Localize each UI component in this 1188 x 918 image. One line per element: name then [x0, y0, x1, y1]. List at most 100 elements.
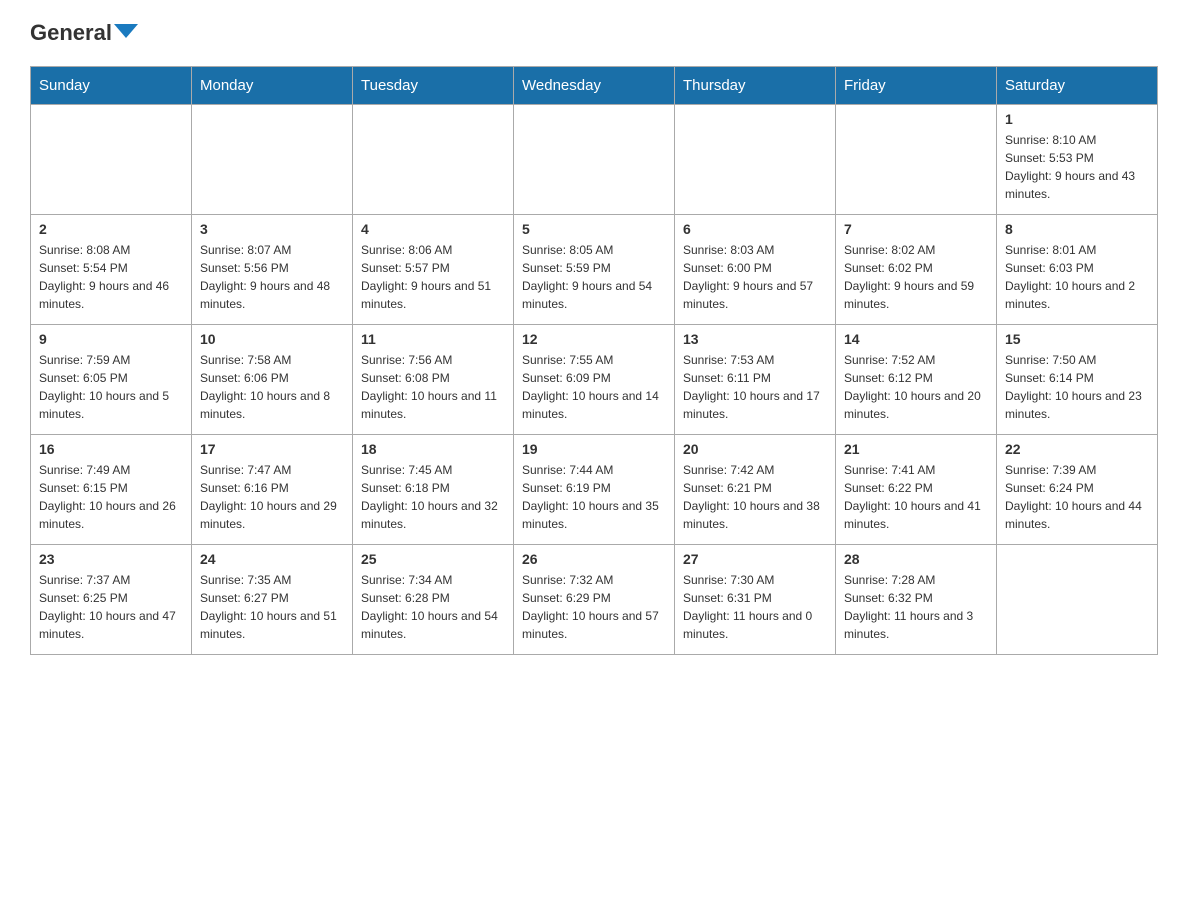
day-info: Sunrise: 7:42 AM Sunset: 6:21 PM Dayligh…	[683, 461, 827, 533]
day-info: Sunrise: 7:53 AM Sunset: 6:11 PM Dayligh…	[683, 351, 827, 423]
calendar-cell: 1Sunrise: 8:10 AM Sunset: 5:53 PM Daylig…	[997, 105, 1158, 215]
calendar-cell: 23Sunrise: 7:37 AM Sunset: 6:25 PM Dayli…	[31, 545, 192, 655]
calendar-header-sunday: Sunday	[31, 67, 192, 105]
calendar-cell: 14Sunrise: 7:52 AM Sunset: 6:12 PM Dayli…	[836, 325, 997, 435]
calendar-cell: 4 Sunrise: 8:06 AM Sunset: 5:57 PM Daylig…	[353, 215, 514, 325]
calendar-cell: 22 Sunrise: 7:39 AM Sunset: 6:24 PM Dayli…	[997, 435, 1158, 545]
calendar-week-4: 16 Sunrise: 7:49 AM Sunset: 6:15 PM Dayli…	[31, 435, 1158, 545]
calendar-week-1: 1Sunrise: 8:10 AM Sunset: 5:53 PM Daylig…	[31, 105, 1158, 215]
calendar-header-monday: Monday	[192, 67, 353, 105]
calendar-header-tuesday: Tuesday	[353, 67, 514, 105]
day-info: Sunrise: 8:07 AM Sunset: 5:56 PM Dayligh…	[200, 241, 344, 313]
calendar-cell: 25Sunrise: 7:34 AM Sunset: 6:28 PM Dayli…	[353, 545, 514, 655]
calendar-cell: 27 Sunrise: 7:30 AM Sunset: 6:31 PM Dayli…	[675, 545, 836, 655]
calendar-cell: 11 Sunrise: 7:56 AM Sunset: 6:08 PM Dayli…	[353, 325, 514, 435]
day-info: Sunrise: 8:08 AM Sunset: 5:54 PM Dayligh…	[39, 241, 183, 313]
day-info: Sunrise: 7:44 AM Sunset: 6:19 PM Dayligh…	[522, 461, 666, 533]
calendar-week-2: 2Sunrise: 8:08 AM Sunset: 5:54 PM Daylig…	[31, 215, 1158, 325]
calendar-cell	[353, 105, 514, 215]
day-number: 7	[844, 221, 988, 237]
day-info: Sunrise: 8:05 AM Sunset: 5:59 PM Dayligh…	[522, 241, 666, 313]
day-info: Sunrise: 7:50 AM Sunset: 6:14 PM Dayligh…	[1005, 351, 1149, 423]
day-number: 28	[844, 551, 988, 567]
day-info: Sunrise: 7:32 AM Sunset: 6:29 PM Dayligh…	[522, 571, 666, 643]
calendar-header-friday: Friday	[836, 67, 997, 105]
day-number: 11	[361, 331, 505, 347]
day-number: 15	[1005, 331, 1149, 347]
day-number: 3	[200, 221, 344, 237]
day-info: Sunrise: 8:01 AM Sunset: 6:03 PM Dayligh…	[1005, 241, 1149, 313]
calendar-cell: 5 Sunrise: 8:05 AM Sunset: 5:59 PM Daylig…	[514, 215, 675, 325]
logo-general: General	[30, 20, 112, 46]
day-number: 16	[39, 441, 183, 457]
day-info: Sunrise: 7:41 AM Sunset: 6:22 PM Dayligh…	[844, 461, 988, 533]
calendar-cell	[31, 105, 192, 215]
calendar-cell	[997, 545, 1158, 655]
day-number: 26	[522, 551, 666, 567]
day-number: 1	[1005, 111, 1149, 127]
calendar-cell: 18 Sunrise: 7:45 AM Sunset: 6:18 PM Dayli…	[353, 435, 514, 545]
page-header: General	[30, 20, 1158, 46]
day-number: 22	[1005, 441, 1149, 457]
calendar-cell: 9 Sunrise: 7:59 AM Sunset: 6:05 PM Daylig…	[31, 325, 192, 435]
logo-arrow-icon	[114, 24, 138, 38]
day-info: Sunrise: 7:30 AM Sunset: 6:31 PM Dayligh…	[683, 571, 827, 643]
calendar-cell	[514, 105, 675, 215]
logo: General	[30, 20, 138, 46]
calendar-cell: 7 Sunrise: 8:02 AM Sunset: 6:02 PM Daylig…	[836, 215, 997, 325]
day-number: 21	[844, 441, 988, 457]
calendar-cell: 17 Sunrise: 7:47 AM Sunset: 6:16 PM Dayli…	[192, 435, 353, 545]
day-number: 12	[522, 331, 666, 347]
day-number: 5	[522, 221, 666, 237]
day-number: 6	[683, 221, 827, 237]
calendar-cell: 24 Sunrise: 7:35 AM Sunset: 6:27 PM Dayli…	[192, 545, 353, 655]
calendar-cell: 16 Sunrise: 7:49 AM Sunset: 6:15 PM Dayli…	[31, 435, 192, 545]
day-info: Sunrise: 8:02 AM Sunset: 6:02 PM Dayligh…	[844, 241, 988, 313]
day-info: Sunrise: 7:47 AM Sunset: 6:16 PM Dayligh…	[200, 461, 344, 533]
calendar-header-row: SundayMondayTuesdayWednesdayThursdayFrid…	[31, 67, 1158, 105]
day-number: 10	[200, 331, 344, 347]
day-number: 13	[683, 331, 827, 347]
day-info: Sunrise: 8:03 AM Sunset: 6:00 PM Dayligh…	[683, 241, 827, 313]
day-number: 4	[361, 221, 505, 237]
calendar-cell	[192, 105, 353, 215]
calendar-cell: 21 Sunrise: 7:41 AM Sunset: 6:22 PM Dayli…	[836, 435, 997, 545]
calendar-header-wednesday: Wednesday	[514, 67, 675, 105]
day-info: Sunrise: 7:28 AM Sunset: 6:32 PM Dayligh…	[844, 571, 988, 643]
day-number: 18	[361, 441, 505, 457]
day-info: Sunrise: 7:56 AM Sunset: 6:08 PM Dayligh…	[361, 351, 505, 423]
calendar-table: SundayMondayTuesdayWednesdayThursdayFrid…	[30, 66, 1158, 655]
day-number: 24	[200, 551, 344, 567]
calendar-cell: 2Sunrise: 8:08 AM Sunset: 5:54 PM Daylig…	[31, 215, 192, 325]
calendar-cell: 13 Sunrise: 7:53 AM Sunset: 6:11 PM Dayli…	[675, 325, 836, 435]
calendar-cell: 19 Sunrise: 7:44 AM Sunset: 6:19 PM Dayli…	[514, 435, 675, 545]
day-number: 27	[683, 551, 827, 567]
calendar-cell: 26 Sunrise: 7:32 AM Sunset: 6:29 PM Dayli…	[514, 545, 675, 655]
day-info: Sunrise: 7:55 AM Sunset: 6:09 PM Dayligh…	[522, 351, 666, 423]
day-info: Sunrise: 8:06 AM Sunset: 5:57 PM Dayligh…	[361, 241, 505, 313]
day-info: Sunrise: 7:34 AM Sunset: 6:28 PM Dayligh…	[361, 571, 505, 643]
day-number: 23	[39, 551, 183, 567]
calendar-cell: 8 Sunrise: 8:01 AM Sunset: 6:03 PM Daylig…	[997, 215, 1158, 325]
day-info: Sunrise: 7:58 AM Sunset: 6:06 PM Dayligh…	[200, 351, 344, 423]
calendar-cell: 12 Sunrise: 7:55 AM Sunset: 6:09 PM Dayli…	[514, 325, 675, 435]
day-number: 17	[200, 441, 344, 457]
day-number: 19	[522, 441, 666, 457]
day-info: Sunrise: 7:59 AM Sunset: 6:05 PM Dayligh…	[39, 351, 183, 423]
calendar-cell: 15 Sunrise: 7:50 AM Sunset: 6:14 PM Dayli…	[997, 325, 1158, 435]
day-number: 8	[1005, 221, 1149, 237]
day-info: Sunrise: 7:39 AM Sunset: 6:24 PM Dayligh…	[1005, 461, 1149, 533]
day-info: Sunrise: 7:52 AM Sunset: 6:12 PM Dayligh…	[844, 351, 988, 423]
calendar-cell: 3 Sunrise: 8:07 AM Sunset: 5:56 PM Daylig…	[192, 215, 353, 325]
day-info: Sunrise: 7:49 AM Sunset: 6:15 PM Dayligh…	[39, 461, 183, 533]
day-number: 9	[39, 331, 183, 347]
calendar-cell	[675, 105, 836, 215]
calendar-cell: 28 Sunrise: 7:28 AM Sunset: 6:32 PM Dayli…	[836, 545, 997, 655]
calendar-header-saturday: Saturday	[997, 67, 1158, 105]
day-info: Sunrise: 7:45 AM Sunset: 6:18 PM Dayligh…	[361, 461, 505, 533]
calendar-header-thursday: Thursday	[675, 67, 836, 105]
day-info: Sunrise: 7:35 AM Sunset: 6:27 PM Dayligh…	[200, 571, 344, 643]
calendar-cell: 10 Sunrise: 7:58 AM Sunset: 6:06 PM Dayli…	[192, 325, 353, 435]
calendar-week-3: 9 Sunrise: 7:59 AM Sunset: 6:05 PM Daylig…	[31, 325, 1158, 435]
calendar-cell	[836, 105, 997, 215]
